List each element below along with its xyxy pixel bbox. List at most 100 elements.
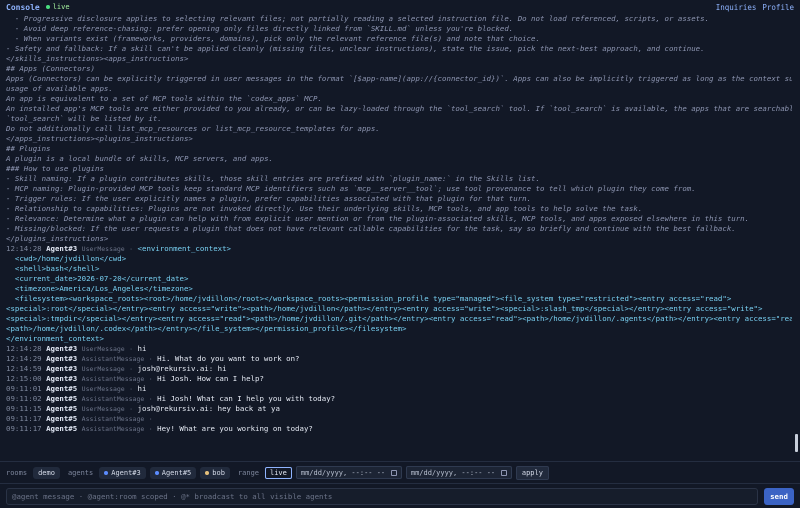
context-line: <cwd>/home/jvdillon</cwd> [6, 254, 127, 263]
agent-chip-bob[interactable]: bob [200, 466, 230, 479]
message-row: 09:11:01 Agent#5 UserMessage · hi [6, 384, 786, 394]
message-separator: · [129, 365, 134, 373]
apply-button[interactable]: apply [515, 465, 549, 480]
context-line: <shell>bash</shell> [6, 264, 100, 273]
message-separator: · [148, 395, 153, 403]
message-separator: · [148, 425, 153, 433]
message-timestamp: 09:11:17 [6, 424, 42, 433]
agents-label: agents [67, 468, 94, 477]
message-agent: Agent#5 [46, 414, 78, 423]
calendar-icon[interactable] [390, 469, 397, 476]
message-agent: Agent#3 [46, 374, 78, 383]
message-text: Hi. What do you want to work on? [157, 354, 300, 363]
instruction-line: Do not additionally call list_mcp_resour… [6, 124, 380, 133]
live-status-label: live [52, 3, 70, 11]
agent-chip-agent3[interactable]: Agent#3 [99, 466, 146, 479]
instruction-line: `tool_search` will be listed by it. [6, 114, 162, 123]
instruction-line: - Safety and fallback: If a skill can't … [6, 44, 705, 53]
instruction-line: ## Apps (Connectors) [6, 64, 95, 73]
message-row: 12:15:00 Agent#3 AssistantMessage · Hi J… [6, 374, 786, 384]
profile-link[interactable]: Profile [762, 3, 794, 12]
message-kind: UserMessage [81, 345, 125, 353]
message-agent: Agent#5 [46, 404, 78, 413]
context-line: <path>/home/jvdillon/.codex</path></entr… [6, 324, 407, 333]
instruction-line: An installed app's MCP tools are either … [6, 104, 792, 113]
message-timestamp: 12:14:29 [6, 354, 42, 363]
message-text: josh@rekursiv.ai: hey back at ya [137, 404, 280, 413]
message-timestamp: 09:11:02 [6, 394, 42, 403]
filter-bar: rooms demo agents Agent#3 Agent#5 bob ra… [0, 461, 800, 483]
message-row: 09:11:17 Agent#5 AssistantMessage · Hey!… [6, 424, 786, 434]
agent-color-dot-icon [104, 470, 109, 475]
instruction-line: - Missing/blocked: If the user requests … [6, 224, 736, 233]
environment-context-block: <cwd>/home/jvdillon</cwd> <shell>bash</s… [6, 254, 792, 344]
instruction-line: - Trigger rules: If the user explicitly … [6, 194, 532, 203]
message-row: 12:14:28 Agent#3 UserMessage · hi [6, 344, 786, 354]
agent-color-dot-icon [205, 470, 210, 475]
message-row: 09:11:17 Agent#5 AssistantMessage · [6, 414, 786, 424]
message-text: Hi Josh! What can I help you with today? [157, 394, 336, 403]
context-message-header: 12:14:28 Agent#3 UserMessage · <environm… [6, 244, 231, 253]
message-kind: AssistantMessage [81, 425, 145, 433]
log-scrollbar[interactable] [793, 14, 800, 461]
scrollbar-thumb[interactable] [795, 434, 798, 452]
message-separator: · [148, 375, 153, 383]
message-agent: Agent#5 [46, 424, 78, 433]
instruction-line: An app is equivalent to a set of MCP too… [6, 94, 322, 103]
inquiries-link[interactable]: Inquiries [716, 3, 757, 12]
agent-color-dot-icon [154, 470, 159, 475]
message-separator: · [148, 355, 153, 363]
instruction-text-block: - Progressive disclosure applies to sele… [6, 14, 792, 244]
instruction-line: </apps_instructions><plugins_instruction… [6, 134, 193, 143]
console-title: Console [6, 2, 40, 12]
message-timestamp: 09:11:01 [6, 384, 42, 393]
message-text: Hi Josh. How can I help? [157, 374, 264, 383]
context-line: <timezone>America/Los_Angeles</timezone> [6, 284, 193, 293]
context-first-line: <environment_context> [137, 244, 231, 253]
range-live-button[interactable]: live [265, 466, 292, 479]
chat-message-list: 12:14:28 Agent#3 UserMessage · hi 12:14:2… [6, 344, 786, 434]
instruction-line: - Relevance: Determine what a plugin can… [6, 214, 750, 223]
message-agent: Agent#5 [46, 394, 78, 403]
message-log[interactable]: - Progressive disclosure applies to sele… [0, 14, 792, 461]
message-timestamp: 12:14:59 [6, 364, 42, 373]
calendar-icon[interactable] [500, 469, 507, 476]
message-kind: AssistantMessage [81, 415, 145, 423]
agent-chip-label: bob [212, 468, 225, 477]
instruction-line: - Skill naming: If a plugin contributes … [6, 174, 540, 183]
message-kind: UserMessage [81, 365, 125, 373]
message-separator: · [129, 405, 134, 413]
instruction-line: A plugin is a local bundle of skills, MC… [6, 154, 273, 163]
range-end-placeholder: mm/dd/yyyy, --:-- -- [410, 468, 496, 477]
message-timestamp: 12:15:00 [6, 374, 42, 383]
instruction-line: - MCP naming: Plugin-provided MCP tools … [6, 184, 696, 193]
instruction-line: </plugins_instructions> [6, 234, 109, 243]
instruction-line: - Progressive disclosure applies to sele… [6, 14, 710, 23]
message-kind: UserMessage [81, 245, 125, 253]
message-input[interactable]: @agent message · @agent:room scoped · @*… [6, 487, 758, 505]
message-timestamp: 12:14:28 [6, 344, 42, 353]
message-row: 09:11:02 Agent#5 AssistantMessage · Hi J… [6, 394, 786, 404]
agent-chip-agent5[interactable]: Agent#5 [149, 466, 197, 479]
message-kind: UserMessage [81, 385, 125, 393]
message-agent: Agent#3 [46, 354, 78, 363]
context-line: <special>:tmpdir</special></entry><entry… [6, 314, 792, 323]
message-separator: · [129, 345, 134, 353]
range-label: range [237, 468, 259, 477]
range-start-input[interactable]: mm/dd/yyyy, --:-- -- [295, 466, 402, 479]
message-kind: AssistantMessage [81, 375, 145, 383]
room-chip-demo[interactable]: demo [33, 466, 60, 479]
composer: @agent message · @agent:room scoped · @*… [0, 483, 800, 508]
instruction-line: - Avoid deep reference-chasing: prefer o… [6, 24, 514, 33]
message-agent: Agent#3 [46, 364, 78, 373]
instruction-line: </skills_instructions><apps_instructions… [6, 54, 189, 63]
message-agent: Agent#5 [46, 384, 78, 393]
send-button[interactable]: send [764, 487, 794, 505]
rooms-label: rooms [6, 468, 28, 477]
message-kind: AssistantMessage [81, 355, 145, 363]
range-end-input[interactable]: mm/dd/yyyy, --:-- -- [405, 466, 512, 479]
message-kind: AssistantMessage [81, 395, 145, 403]
context-line: <special>:root</special></entry><entry a… [6, 304, 763, 313]
agent-chip-label: Agent#5 [161, 468, 192, 477]
message-text: josh@rekursiv.ai: hi [137, 364, 227, 373]
